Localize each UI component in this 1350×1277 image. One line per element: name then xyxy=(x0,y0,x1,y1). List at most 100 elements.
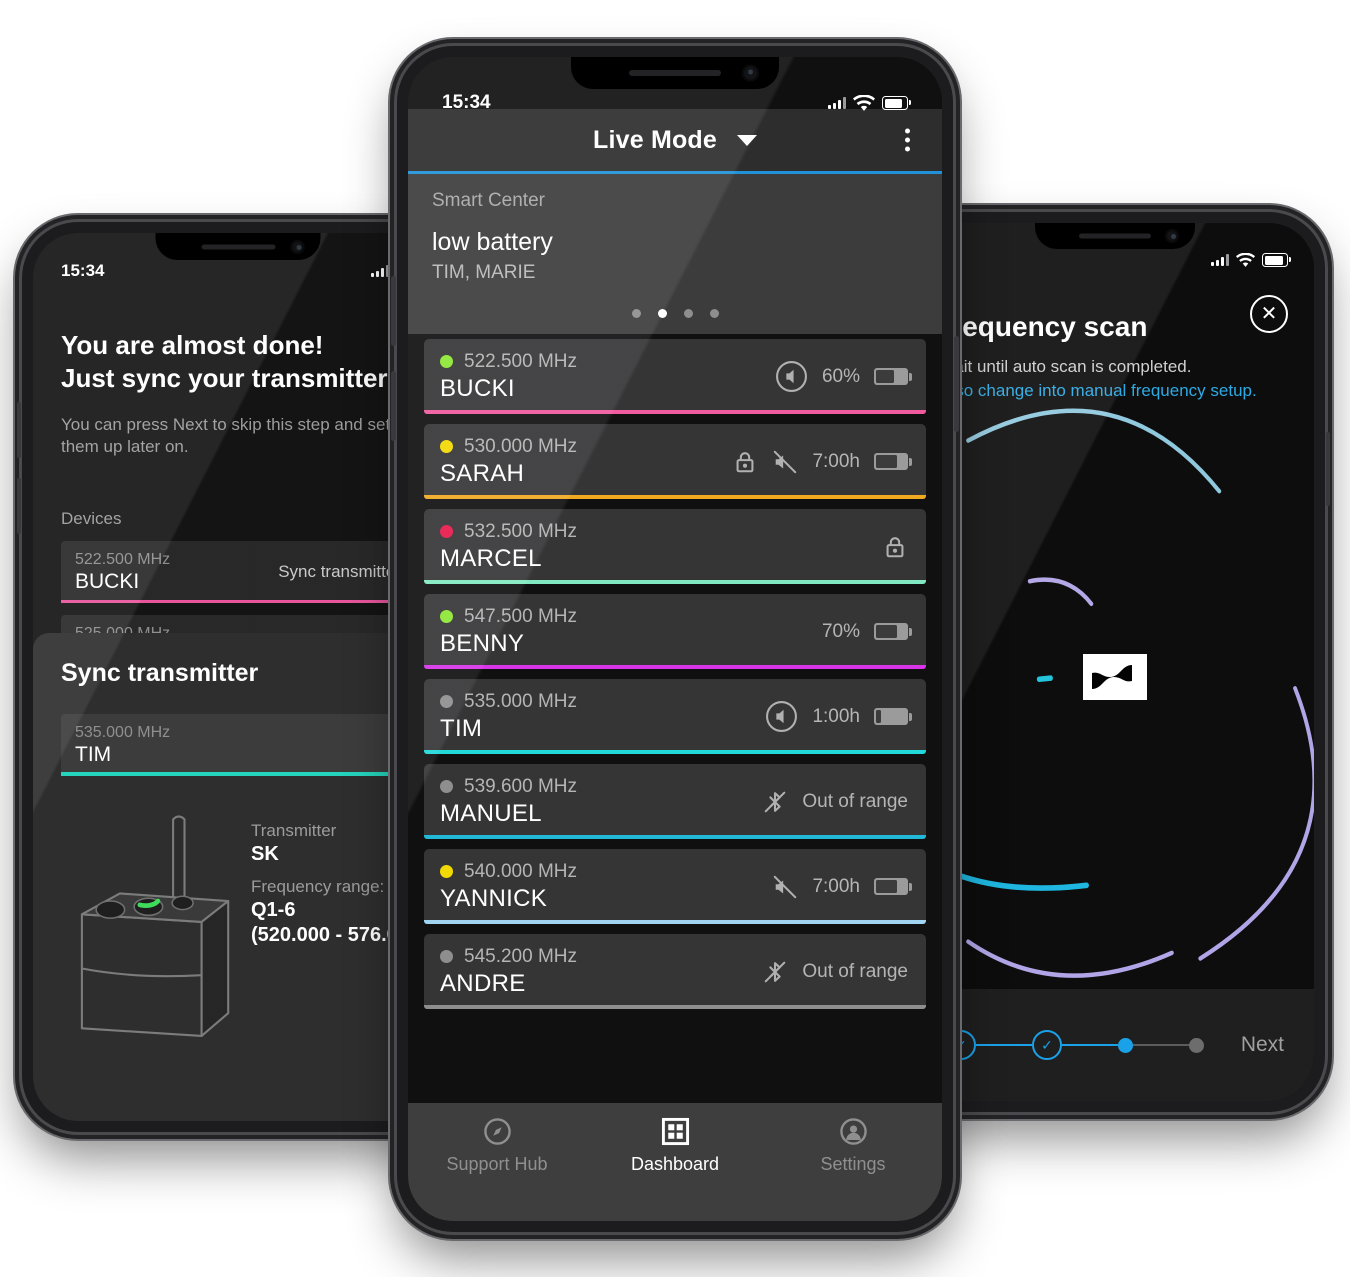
sheet-device-accent xyxy=(61,772,443,776)
smart-center-card[interactable]: Smart Center low battery TIM, MARIE xyxy=(408,174,942,334)
device-info: 539.600 MHz MANUEL xyxy=(440,776,762,828)
sheet-device-row[interactable]: 535.000 MHz TIM Synced! xyxy=(61,714,443,776)
page-dot-2[interactable] xyxy=(657,309,667,318)
step-connector-2 xyxy=(1062,1044,1118,1046)
device-frequency: 540.000 MHz xyxy=(464,860,578,882)
step-4-pending-icon[interactable] xyxy=(1189,1037,1204,1053)
device-row[interactable]: 540.000 MHz YANNICK 7:00h xyxy=(424,849,926,924)
page-dot-1[interactable] xyxy=(631,309,641,318)
device-row[interactable]: 539.600 MHz MANUEL Out of range xyxy=(424,764,926,839)
battery-indicator xyxy=(874,453,912,470)
wifi-icon xyxy=(1236,252,1255,267)
device-frequency: 539.600 MHz xyxy=(464,775,578,797)
kebab-menu-icon[interactable] xyxy=(905,128,910,152)
volume-icon[interactable] xyxy=(765,700,798,733)
step-3-current-icon[interactable] xyxy=(1118,1037,1133,1053)
status-dot xyxy=(440,865,453,878)
volume-down-button[interactable] xyxy=(17,478,21,534)
device-indicators: 7:00h xyxy=(772,874,912,900)
device-info: 545.200 MHz ANDRE xyxy=(440,946,762,998)
volume-icon[interactable] xyxy=(775,360,808,393)
device-row[interactable]: 530.000 MHz SARAH 7:00h xyxy=(424,424,926,499)
step-connector-1 xyxy=(976,1044,1032,1046)
earpiece-speaker xyxy=(201,244,275,249)
chevron-down-icon[interactable] xyxy=(737,134,758,146)
device-accent-bar xyxy=(424,410,926,414)
device-name: MARCEL xyxy=(440,544,542,572)
sheet-title: Sync transmitter xyxy=(61,659,259,687)
device-status-value: 7:00h xyxy=(812,875,860,897)
status-dot xyxy=(440,950,453,963)
device-indicators: Out of range xyxy=(762,959,908,985)
device-frequency: 532.500 MHz xyxy=(464,520,578,542)
transmitter-illustration xyxy=(61,802,251,1045)
volume-up-button[interactable] xyxy=(17,402,21,458)
device-name: ANDRE xyxy=(440,969,526,997)
lock-icon[interactable] xyxy=(732,449,758,475)
device-name: YANNICK xyxy=(440,884,548,912)
page-dot-3[interactable] xyxy=(683,309,693,318)
right-status-icons xyxy=(1211,252,1291,268)
close-icon[interactable]: ✕ xyxy=(1250,295,1288,333)
step-2-complete-icon[interactable]: ✓ xyxy=(1032,1030,1062,1060)
volume-down-button[interactable] xyxy=(391,371,396,441)
right-phone-notch xyxy=(1035,223,1195,249)
left-device-action-1[interactable]: Sync transmitter xyxy=(278,562,401,582)
volume-up-button[interactable] xyxy=(391,276,396,346)
battery-indicator xyxy=(874,878,912,895)
tab-settings[interactable]: Settings xyxy=(764,1117,942,1175)
tab-support-hub[interactable]: Support Hub xyxy=(408,1117,586,1175)
left-device-name-1: BUCKI xyxy=(75,569,140,593)
device-row[interactable]: 545.200 MHz ANDRE Out of range xyxy=(424,934,926,1009)
power-button[interactable] xyxy=(1326,432,1330,506)
left-device-row-1[interactable]: 522.500 MHz BUCKI Sync transmitter xyxy=(61,541,415,604)
left-heading: You are almost done! Just sync your tran… xyxy=(61,329,415,396)
compass-icon xyxy=(483,1118,511,1145)
lock-icon[interactable] xyxy=(882,534,908,560)
status-dot xyxy=(440,525,453,538)
device-row[interactable]: 532.500 MHz MARCEL xyxy=(424,509,926,584)
device-accent-bar xyxy=(424,495,926,499)
step-indicator: ✓ ✓ xyxy=(946,1030,1225,1060)
device-indicators: Out of range xyxy=(762,789,908,815)
mute-icon[interactable] xyxy=(772,449,798,475)
header-divider xyxy=(408,171,942,174)
device-row[interactable]: 535.000 MHz TIM 1:00h xyxy=(424,679,926,754)
device-frequency: 545.200 MHz xyxy=(464,945,578,967)
device-info: 535.000 MHz TIM xyxy=(440,691,765,743)
right-line2[interactable]: also change into manual frequency setup. xyxy=(942,381,1288,401)
page-dots[interactable] xyxy=(408,309,942,318)
left-device-accent-1 xyxy=(61,600,415,604)
sheet-device-name: TIM xyxy=(75,742,112,766)
bluetooth-off-icon[interactable] xyxy=(762,789,788,815)
account-icon xyxy=(839,1118,867,1145)
front-camera xyxy=(1165,229,1179,243)
device-row[interactable]: 522.500 MHz BUCKI 60% xyxy=(424,339,926,414)
grid-icon xyxy=(661,1117,689,1146)
page-dot-4[interactable] xyxy=(709,309,719,318)
smart-center-title: low battery xyxy=(432,228,553,256)
device-name: SARAH xyxy=(440,459,525,487)
device-accent-bar xyxy=(424,665,926,669)
device-name: MANUEL xyxy=(440,799,542,827)
device-name: BUCKI xyxy=(440,374,515,402)
battery-indicator xyxy=(874,368,912,385)
device-accent-bar xyxy=(424,835,926,839)
tab-dashboard[interactable]: Dashboard xyxy=(586,1117,764,1175)
next-button[interactable]: Next xyxy=(1241,1033,1284,1057)
left-heading-line2: Just sync your transmitters. xyxy=(61,363,410,394)
device-list[interactable]: 522.500 MHz BUCKI 60% 530.000 MHz SARAH … xyxy=(408,339,942,1117)
device-row[interactable]: 547.500 MHz BENNY 70% xyxy=(424,594,926,669)
mute-icon[interactable] xyxy=(772,874,798,900)
transmitter-label: Transmitter xyxy=(251,821,337,840)
device-frequency-line: 547.500 MHz xyxy=(440,606,822,628)
bottom-tab-bar[interactable]: Support Hub Dashboard Settings xyxy=(408,1103,942,1221)
battery-indicator xyxy=(874,708,912,725)
left-status-time: 15:34 xyxy=(61,261,105,280)
device-indicators: 60% xyxy=(775,360,912,393)
cellular-signal-icon xyxy=(1211,254,1229,266)
cellular-signal-icon xyxy=(371,265,389,277)
middle-phone-device: 15:34 Live Mode Smart Center low battery… xyxy=(391,46,959,1232)
bluetooth-off-icon[interactable] xyxy=(762,959,788,985)
power-button[interactable] xyxy=(954,336,959,432)
